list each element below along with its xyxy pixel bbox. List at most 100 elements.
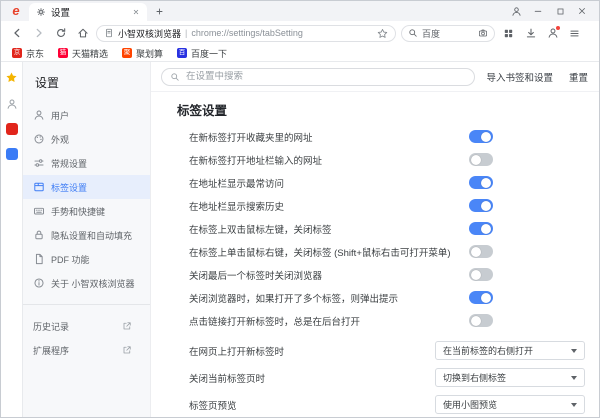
lock-icon <box>33 229 45 241</box>
sidebar-item-tab-settings[interactable]: 标签设置 <box>23 175 150 199</box>
dropdown-select[interactable]: 使用小图预览 <box>435 395 585 414</box>
setting-label: 标签页预览 <box>189 398 237 412</box>
bookmark-item[interactable]: 聚 聚划算 <box>122 47 163 60</box>
sidebar-item-appearance[interactable]: 外观 <box>23 127 150 151</box>
setting-label: 在地址栏显示最常访问 <box>189 176 284 190</box>
tab-close-icon[interactable] <box>132 8 140 16</box>
sidebar-item-privacy[interactable]: 隐私设置和自动填充 <box>23 223 150 247</box>
menu-icon[interactable] <box>566 25 583 42</box>
setting-row: 在标签上单击鼠标右键，关闭标签 (Shift+鼠标右击可打开菜单) <box>165 240 585 263</box>
sidebar-divider <box>23 304 150 305</box>
apps-grid-icon[interactable] <box>500 25 517 42</box>
toggle-switch[interactable] <box>469 153 493 166</box>
download-icon[interactable] <box>522 25 539 42</box>
dropdown-select[interactable]: 在当前标签的右侧打开 <box>435 341 585 360</box>
back-button[interactable] <box>8 25 25 42</box>
sidebar-user-icon[interactable] <box>5 97 18 110</box>
sidebar-item-label: 隐私设置和自动填充 <box>51 229 132 242</box>
sidebar-item-label: 手势和快捷键 <box>51 205 105 218</box>
toolbar-search-box[interactable]: 百度 <box>401 25 495 42</box>
setting-row: 点击链接打开新标签时，总是在后台打开 <box>165 309 585 332</box>
sidebar-item-label: 外观 <box>51 133 69 146</box>
navigation-toolbar: 小智双核浏览器 | chrome://settings/tabSetting 百… <box>1 21 599 45</box>
maximize-button[interactable] <box>549 2 571 20</box>
sidebar-item-label: 关于 小智双核浏览器 <box>51 277 135 290</box>
setting-row: 在地址栏显示搜索历史 <box>165 194 585 217</box>
sidebar-item-about[interactable]: 关于 小智双核浏览器 <box>23 271 150 295</box>
search-icon <box>170 72 180 82</box>
chevron-down-icon <box>571 349 577 353</box>
dropdown-value: 在当前标签的右侧打开 <box>443 344 571 357</box>
app-shortcut-icon[interactable] <box>6 123 18 135</box>
import-bookmarks-button[interactable]: 导入书签和设置 <box>485 68 554 86</box>
address-separator: | <box>185 28 187 38</box>
bookmark-favicon: 京 <box>12 48 22 58</box>
favorites-star-icon[interactable] <box>5 71 18 84</box>
toggle-switch[interactable] <box>469 176 493 189</box>
tab-settings[interactable]: 设置 <box>29 3 147 21</box>
minimize-button[interactable] <box>527 2 549 20</box>
bookmark-label: 天猫精选 <box>72 47 108 60</box>
bookmark-item[interactable]: 猫 天猫精选 <box>58 47 108 60</box>
setting-row: 在标签上双击鼠标左键，关闭标签 <box>165 217 585 240</box>
toggle-switch[interactable] <box>469 268 493 281</box>
bookmark-item[interactable]: 京 京东 <box>12 47 44 60</box>
toggle-switch[interactable] <box>469 130 493 143</box>
user-avatar-icon[interactable] <box>505 2 527 20</box>
settings-search-input[interactable] <box>186 71 466 82</box>
setting-label: 在标签上单击鼠标右键，关闭标签 (Shift+鼠标右击可打开菜单) <box>189 245 451 259</box>
setting-label: 关闭最后一个标签时关闭浏览器 <box>189 268 322 282</box>
chevron-down-icon <box>571 376 577 380</box>
settings-page: 设置 用户 外观 常规设置 <box>23 62 599 417</box>
address-url: chrome://settings/tabSetting <box>191 28 373 38</box>
sidebar-item-general-settings[interactable]: 常规设置 <box>23 151 150 175</box>
settings-sidebar: 设置 用户 外观 常规设置 <box>23 62 151 417</box>
user-icon <box>33 109 45 121</box>
toggle-switch[interactable] <box>469 222 493 235</box>
pdf-document-icon <box>33 253 45 265</box>
toggle-switch[interactable] <box>469 245 493 258</box>
app-shortcut-icon[interactable] <box>6 148 18 160</box>
sidebar-item-label: 常规设置 <box>51 157 87 170</box>
content-area: 设置 用户 外观 常规设置 <box>1 62 599 417</box>
sidebar-item-shortcuts[interactable]: 手势和快捷键 <box>23 199 150 223</box>
new-tab-button[interactable] <box>151 3 167 19</box>
settings-main: 导入书签和设置 重置 标签设置 在新标签打开收藏夹里的网址 在新标签打开地址栏输… <box>151 62 599 417</box>
sidebar-item-pdf[interactable]: PDF 功能 <box>23 247 150 271</box>
bookmark-star-icon[interactable] <box>377 28 388 39</box>
profile-icon[interactable] <box>544 25 561 42</box>
sidebar-item-label: 扩展程序 <box>33 344 69 357</box>
info-icon <box>33 277 45 289</box>
sidebar-item-label: 标签设置 <box>51 181 87 194</box>
toggle-switch[interactable] <box>469 291 493 304</box>
sliders-icon <box>33 157 45 169</box>
toggle-switch[interactable] <box>469 199 493 212</box>
sidebar-item-history[interactable]: 历史记录 <box>23 314 150 338</box>
forward-button[interactable] <box>30 25 47 42</box>
refresh-button[interactable] <box>52 25 69 42</box>
camera-icon[interactable] <box>478 28 488 38</box>
select-settings-group: 在网页上打开新标签时 在当前标签的右侧打开 关闭当前标签页时 切换到右侧 <box>165 337 585 417</box>
tabs-icon <box>33 181 45 193</box>
external-link-icon <box>122 345 132 355</box>
sidebar-item-extensions[interactable]: 扩展程序 <box>23 338 150 362</box>
sidebar-item-user[interactable]: 用户 <box>23 103 150 127</box>
dropdown-select[interactable]: 切换到右侧标签 <box>435 368 585 387</box>
toggle-switch[interactable] <box>469 314 493 327</box>
home-button[interactable] <box>74 25 91 42</box>
reset-button[interactable]: 重置 <box>568 68 589 86</box>
bookmark-item[interactable]: 百 百度一下 <box>177 47 227 60</box>
settings-body: 标签设置 在新标签打开收藏夹里的网址 在新标签打开地址栏输入的网址 在地址栏显示… <box>151 92 599 417</box>
dropdown-value: 切换到右侧标签 <box>443 371 571 384</box>
bookmark-favicon: 猫 <box>58 48 68 58</box>
address-bar[interactable]: 小智双核浏览器 | chrome://settings/tabSetting <box>96 25 396 42</box>
side-app-strip <box>1 62 23 417</box>
palette-icon <box>33 133 45 145</box>
address-site-name: 小智双核浏览器 <box>118 27 181 40</box>
notification-dot <box>556 26 560 30</box>
keyboard-icon <box>33 205 45 217</box>
settings-search-box[interactable] <box>161 68 475 86</box>
close-button[interactable] <box>571 2 593 20</box>
bookmark-label: 京东 <box>26 47 44 60</box>
setting-row: 在新标签打开地址栏输入的网址 <box>165 148 585 171</box>
